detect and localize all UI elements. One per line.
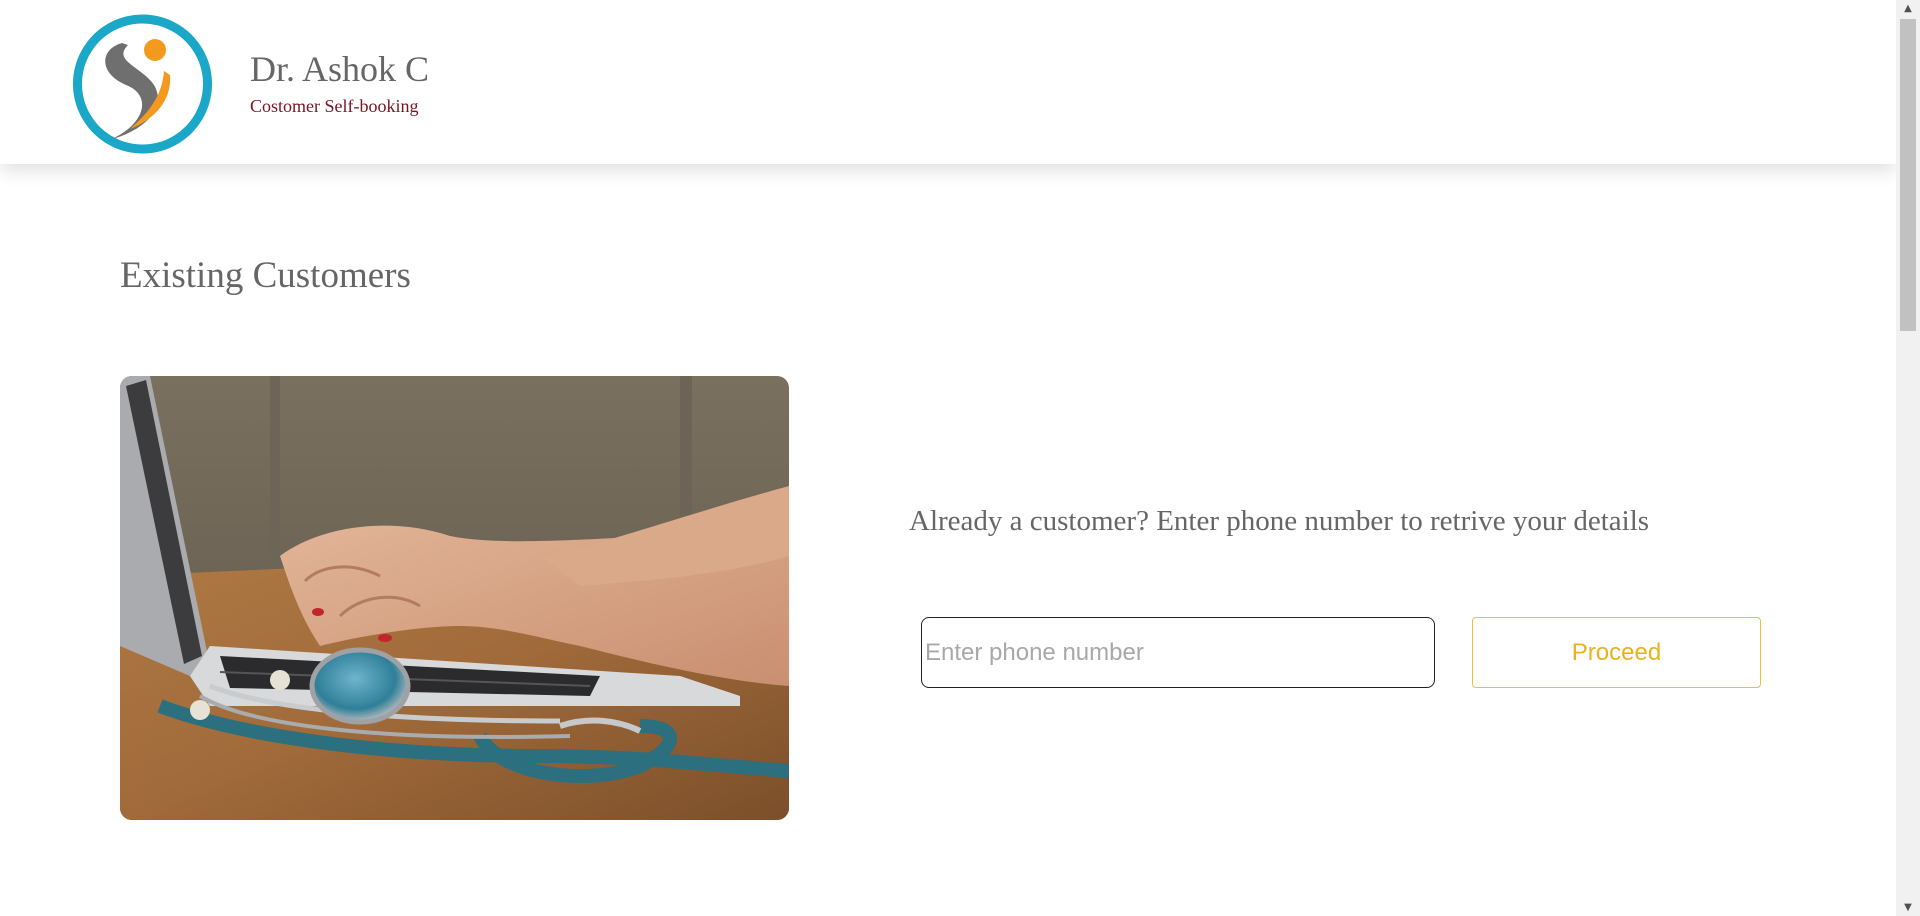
- phone-number-input[interactable]: [921, 617, 1435, 688]
- scroll-up-arrow-icon[interactable]: ▲: [1896, 0, 1920, 17]
- phone-lookup-prompt: Already a customer? Enter phone number t…: [909, 505, 1650, 537]
- laptop-stethoscope-image: [120, 376, 789, 820]
- page-scrollbar[interactable]: ▲ ▼: [1896, 0, 1920, 916]
- brand-subtitle: Costomer Self-booking: [250, 96, 419, 116]
- scrollbar-thumb[interactable]: [1900, 19, 1916, 331]
- page-title: Existing Customers: [120, 255, 411, 296]
- proceed-button[interactable]: Proceed: [1472, 617, 1761, 688]
- site-header: Dr. Ashok C Costomer Self-booking: [0, 0, 1896, 164]
- scroll-down-arrow-icon[interactable]: ▼: [1896, 899, 1920, 916]
- person-swoosh-logo-icon[interactable]: [72, 13, 214, 155]
- brand-name: Dr. Ashok C: [250, 49, 430, 89]
